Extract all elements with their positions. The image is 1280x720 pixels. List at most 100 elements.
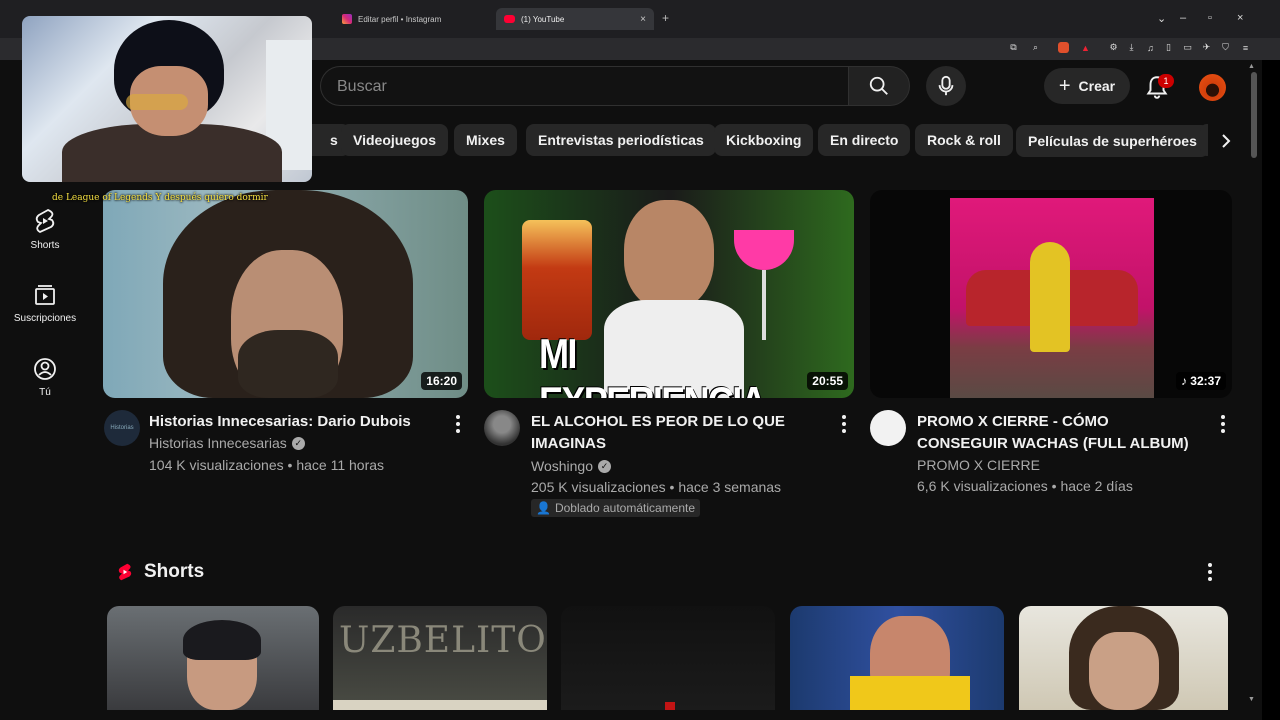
chip-mixes[interactable]: Mixes <box>454 124 517 156</box>
channel-avatar-text: Historias <box>110 425 134 431</box>
dubbed-person-icon: 👤 <box>536 501 551 515</box>
sidebar-toggle-icon[interactable]: ▯ <box>1163 42 1174 53</box>
chips-next-button[interactable] <box>1208 124 1244 158</box>
chip-label: Entrevistas periodísticas <box>538 132 704 148</box>
chip-label: Películas de superhéroes <box>1028 133 1197 149</box>
menu-icon[interactable]: ≡ <box>1240 42 1251 53</box>
verified-check-icon: ✓ <box>598 459 612 473</box>
minimize-icon[interactable]: – <box>1180 12 1186 24</box>
video-duration: ♪ 32:37 <box>1175 372 1226 390</box>
video-channel[interactable]: Historias Innecesarias ✓ <box>149 435 305 451</box>
chip-kickboxing[interactable]: Kickboxing <box>714 124 814 156</box>
video-more-actions-icon[interactable] <box>1213 412 1233 436</box>
thumbnail-overlay-text: MI EXPERIENCIA <box>539 330 767 398</box>
create-label: Crear <box>1078 78 1116 94</box>
maximize-icon[interactable]: ▫ <box>1208 12 1212 24</box>
short-thumbnail[interactable]: UZBELITO <box>333 606 547 710</box>
new-tab-icon[interactable]: + <box>662 11 669 25</box>
channel-avatar[interactable]: Historias <box>104 410 140 446</box>
chip-label: s <box>330 132 338 148</box>
video-duration: 20:55 <box>807 372 848 390</box>
short-thumbnail[interactable] <box>790 606 1004 710</box>
chip-rock-and-roll[interactable]: Rock & roll <box>915 124 1013 156</box>
search-button[interactable] <box>848 66 910 106</box>
video-channel[interactable]: PROMO X CIERRE <box>917 457 1040 473</box>
video-metadata: 6,6 K visualizaciones • hace 2 días <box>917 478 1133 494</box>
webcam-overlay <box>22 16 312 182</box>
sidebar-item-shorts[interactable]: Shorts <box>0 208 90 251</box>
close-window-icon[interactable]: × <box>1237 12 1243 24</box>
account-avatar[interactable] <box>1199 74 1226 101</box>
sidebar-item-label: Tú <box>39 387 51 398</box>
close-tab-icon[interactable]: × <box>640 14 646 25</box>
zoom-icon[interactable]: ⌕ <box>1030 42 1041 53</box>
duration-text: 32:37 <box>1190 374 1221 388</box>
wallet-icon[interactable]: ▭ <box>1182 42 1193 53</box>
sidebar-item-suscripciones[interactable]: Suscripciones <box>0 283 90 324</box>
sidebar-item-tu[interactable]: Tú <box>0 357 90 398</box>
chip-label: Kickboxing <box>726 132 802 148</box>
short-thumbnail-strip <box>333 700 547 710</box>
short-thumbnail[interactable] <box>1019 606 1228 710</box>
channel-avatar[interactable] <box>870 410 906 446</box>
shield-icon[interactable]: ⛉ <box>1220 42 1231 53</box>
instagram-icon <box>342 14 352 24</box>
thumbnail-face <box>624 200 714 310</box>
chip-videojuegos[interactable]: Videojuegos <box>341 124 448 156</box>
browser-tab-label: (1) YouTube <box>521 14 565 24</box>
vpn-icon[interactable]: ✈ <box>1201 42 1212 53</box>
shorts-icon <box>35 208 55 234</box>
view-count: 104 K visualizaciones <box>149 457 284 473</box>
thumbnail-cocktail <box>734 230 794 270</box>
video-more-actions-icon[interactable] <box>834 412 854 436</box>
video-thumbnail[interactable]: MI EXPERIENCIA 20:55 <box>484 190 854 398</box>
chip-entrevistas[interactable]: Entrevistas periodísticas <box>526 124 716 156</box>
search-box[interactable] <box>320 66 848 106</box>
view-count: 6,6 K visualizaciones <box>917 478 1048 494</box>
download-icon[interactable]: ⤓ <box>1126 42 1137 53</box>
brave-shield-icon[interactable] <box>1058 42 1069 53</box>
notification-count-badge: 1 <box>1158 74 1174 88</box>
dubbed-badge: 👤 Doblado automáticamente <box>531 499 701 517</box>
chip-en-directo[interactable]: En directo <box>818 124 911 156</box>
chip-peliculas-superheroes[interactable]: Películas de superhéroes <box>1016 125 1209 157</box>
video-channel[interactable]: Woshingo ✓ <box>531 458 612 474</box>
extensions-icon[interactable]: ⚙ <box>1108 42 1119 53</box>
create-button[interactable]: + Crear <box>1044 68 1130 104</box>
scroll-up-icon[interactable]: ▲ <box>1248 63 1255 70</box>
short-thumbnail[interactable] <box>107 606 319 710</box>
scroll-down-icon[interactable]: ▼ <box>1248 696 1255 703</box>
chevron-right-icon <box>1222 134 1231 148</box>
media-icon[interactable]: ♫ <box>1145 42 1156 53</box>
search-input[interactable] <box>337 77 817 97</box>
shorts-more-actions-icon[interactable] <box>1200 560 1220 584</box>
webcam-person-glasses <box>126 94 188 110</box>
video-thumbnail[interactable]: 16:20 <box>103 190 468 398</box>
video-more-actions-icon[interactable] <box>448 412 468 436</box>
meta-separator: • <box>665 479 679 495</box>
video-thumbnail[interactable]: ♪ 32:37 <box>870 190 1232 398</box>
video-title[interactable]: Historias Innecesarias: Dario Dubois <box>149 411 439 433</box>
rewards-icon[interactable]: ▲ <box>1080 42 1091 53</box>
channel-avatar[interactable] <box>484 410 520 446</box>
browser-tab-instagram[interactable]: Editar perfil • Instagram <box>334 8 449 30</box>
chip-label: En directo <box>830 132 899 148</box>
short-thumbnail-text: UZBELITO <box>339 620 547 661</box>
channel-name: PROMO X CIERRE <box>917 457 1040 473</box>
short-thumbnail-detail <box>665 702 675 710</box>
shorts-shelf-title: Shorts <box>144 561 205 582</box>
voice-search-button[interactable] <box>926 66 966 106</box>
short-thumbnail[interactable] <box>561 606 775 710</box>
chip-label: Videojuegos <box>353 132 436 148</box>
browser-tab-youtube[interactable]: (1) YouTube × <box>496 8 654 30</box>
video-title[interactable]: PROMO X CIERRE - CÓMO CONSEGUIR WACHAS (… <box>917 411 1202 455</box>
tab-search-icon[interactable]: ⌄ <box>1157 12 1166 25</box>
youtube-favicon-icon <box>504 15 515 23</box>
video-title[interactable]: EL ALCOHOL ES PEOR DE LO QUE IMAGINAS <box>531 411 821 455</box>
open-external-icon[interactable]: ⧉ <box>1008 42 1019 53</box>
view-count: 205 K visualizaciones <box>531 479 666 495</box>
page-scrollbar-thumb[interactable] <box>1251 72 1257 158</box>
microphone-icon <box>938 75 954 96</box>
browser-tab-label: Editar perfil • Instagram <box>358 14 442 24</box>
you-icon <box>34 358 56 380</box>
